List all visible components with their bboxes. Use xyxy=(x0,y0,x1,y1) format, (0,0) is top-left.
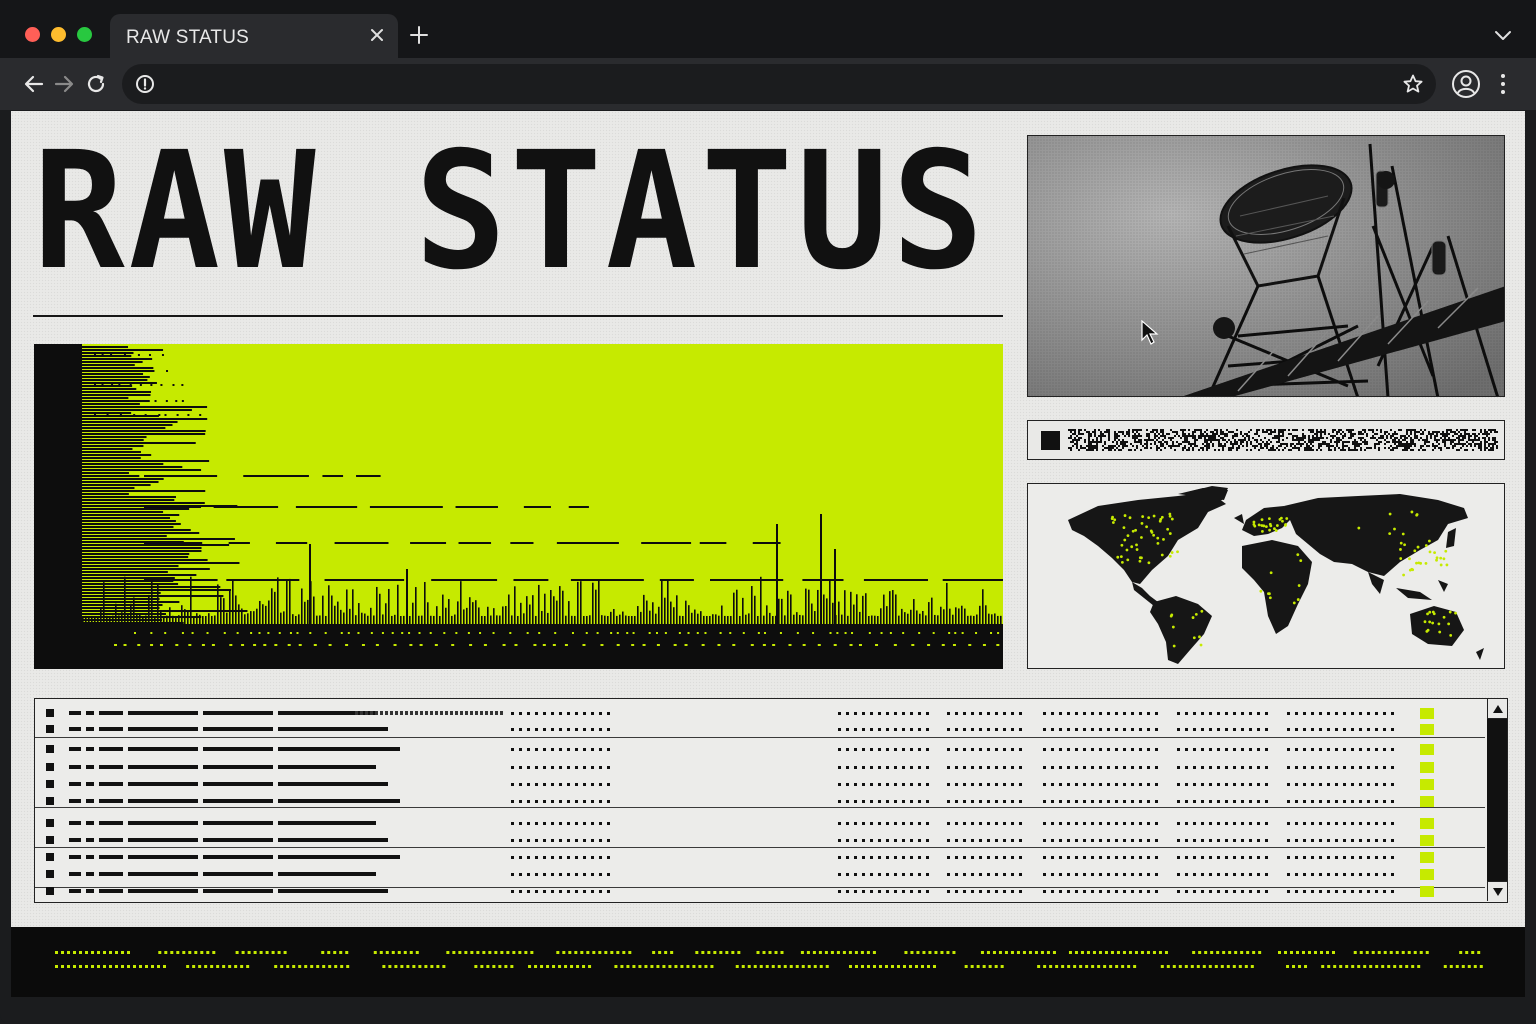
tab-active[interactable]: RAW STATUS xyxy=(110,14,398,58)
data-table xyxy=(34,698,1508,903)
table-row[interactable] xyxy=(35,866,1487,883)
world-map-panel xyxy=(1027,483,1505,669)
table-row[interactable] xyxy=(35,759,1487,776)
arrow-left-icon[interactable] xyxy=(20,70,48,98)
profile-icon[interactable] xyxy=(1451,69,1481,99)
table-row[interactable] xyxy=(35,832,1487,849)
encoded-data-noise xyxy=(1068,429,1498,451)
table-row[interactable] xyxy=(35,705,1487,722)
star-icon[interactable] xyxy=(1402,73,1424,95)
spectrogram-panel xyxy=(34,344,1003,669)
headline: RAW STATUS xyxy=(33,127,978,297)
ticker-dots xyxy=(55,951,1483,968)
table-row[interactable] xyxy=(35,883,1487,900)
browser-window: RAW STATUS RAW STATUS xyxy=(0,0,1536,1024)
table-row[interactable] xyxy=(35,849,1487,866)
table-row[interactable] xyxy=(35,776,1487,793)
scroll-up-arrow-icon[interactable] xyxy=(1487,699,1507,719)
table-row[interactable] xyxy=(35,793,1487,810)
table-row[interactable] xyxy=(35,741,1487,758)
maximize-window-button[interactable] xyxy=(77,27,92,42)
scroll-down-arrow-icon[interactable] xyxy=(1487,881,1507,901)
mouse-cursor-icon xyxy=(1141,320,1159,345)
close-window-button[interactable] xyxy=(25,27,40,42)
tab-title: RAW STATUS xyxy=(126,27,250,48)
radio-telescope-image xyxy=(1028,136,1504,396)
vertical-scrollbar[interactable] xyxy=(1487,699,1507,901)
reload-icon[interactable] xyxy=(82,70,110,98)
plus-icon[interactable] xyxy=(406,22,432,48)
arrow-right-icon[interactable] xyxy=(50,70,78,98)
page-title: RAW STATUS xyxy=(33,127,978,297)
close-icon[interactable] xyxy=(366,24,388,46)
info-icon[interactable] xyxy=(134,73,156,95)
tab-strip: RAW STATUS xyxy=(0,0,1536,58)
chevron-down-icon[interactable] xyxy=(1492,24,1514,46)
kebab-menu-icon[interactable] xyxy=(1494,72,1512,96)
browser-toolbar xyxy=(0,58,1536,110)
spectrogram-graphic xyxy=(34,344,1003,669)
address-bar[interactable] xyxy=(122,64,1436,104)
status-strip xyxy=(1027,420,1505,460)
world-map xyxy=(1068,486,1484,664)
telescope-photo xyxy=(1027,135,1505,397)
url-input[interactable] xyxy=(168,64,1368,104)
status-indicator xyxy=(1041,431,1060,450)
web-page: RAW STATUS xyxy=(11,111,1525,997)
title-divider xyxy=(33,315,1003,317)
table-row[interactable] xyxy=(35,815,1487,832)
footer-ticker xyxy=(11,927,1525,997)
table-row[interactable] xyxy=(35,721,1487,738)
minimize-window-button[interactable] xyxy=(51,27,66,42)
